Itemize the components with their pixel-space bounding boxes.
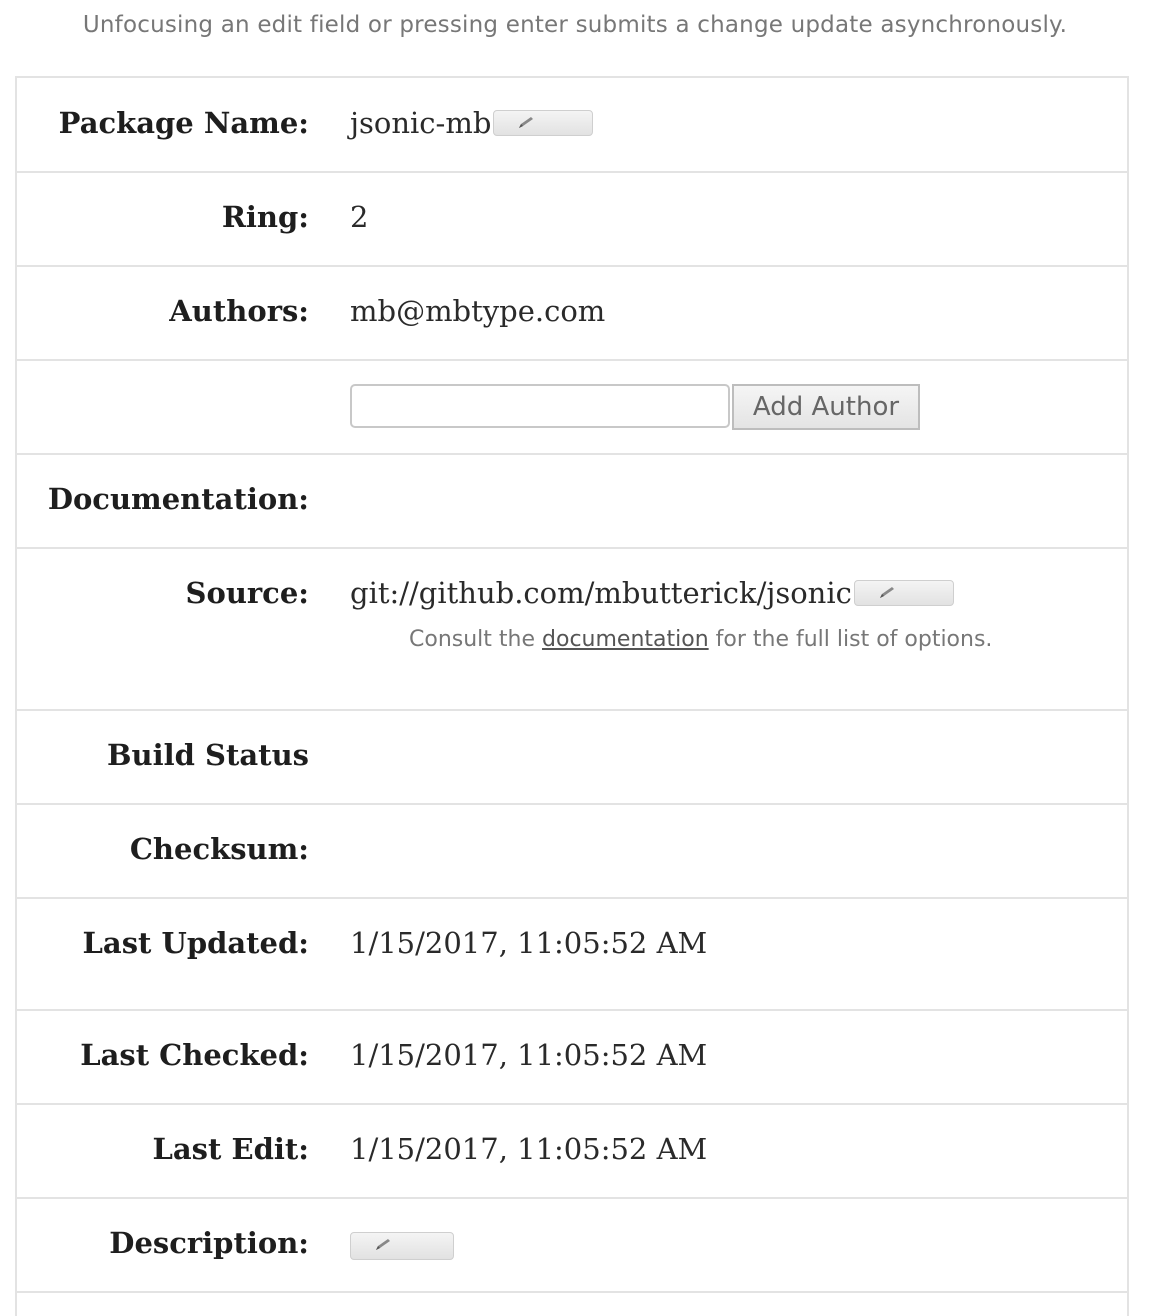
row-source: Source: git://github.com/mbutterick/json…: [17, 549, 1129, 711]
package-details-table: Package Name: jsonic-mb Ring: 2 Authors:…: [15, 76, 1129, 1316]
checksum-label: Checksum:: [129, 832, 309, 866]
source-url-text: git://github.com/mbutterick/jsonic: [350, 576, 852, 610]
description-value: [350, 1229, 454, 1263]
pencil-icon: [879, 587, 894, 598]
author-input[interactable]: [350, 384, 730, 428]
pencil-icon: [519, 117, 534, 128]
last-edit-label: Last Edit:: [152, 1132, 310, 1166]
row-documentation: Documentation:: [17, 455, 1129, 549]
package-name-value: jsonic-mb: [350, 106, 594, 140]
package-name-text: jsonic-mb: [350, 106, 492, 140]
edit-package-name-button[interactable]: [493, 110, 594, 136]
row-add-author: Add Author: [17, 361, 1129, 455]
add-author-button[interactable]: Add Author: [732, 384, 920, 430]
description-label: Description:: [109, 1226, 309, 1260]
last-checked-label: Last Checked:: [80, 1038, 309, 1072]
build-status-label: Build Status: [107, 738, 309, 772]
authors-label: Authors:: [169, 294, 309, 328]
documentation-label: Documentation:: [47, 482, 309, 516]
row-last-checked: Last Checked: 1/15/2017, 11:05:52 AM: [17, 1011, 1129, 1105]
row-last-edit: Last Edit: 1/15/2017, 11:05:52 AM: [17, 1105, 1129, 1199]
source-hint-suffix: for the full list of options.: [715, 627, 993, 652]
package-name-label: Package Name:: [58, 106, 309, 140]
ring-value: 2: [350, 200, 369, 234]
ring-label: Ring:: [221, 200, 309, 234]
row-build-status: Build Status: [17, 711, 1129, 805]
last-edit-value: 1/15/2017, 11:05:52 AM: [350, 1132, 708, 1166]
source-hint-prefix: Consult the: [409, 627, 536, 652]
row-package-name: Package Name: jsonic-mb: [17, 78, 1129, 173]
edit-description-button[interactable]: [350, 1232, 454, 1260]
row-ring: Ring: 2: [17, 173, 1129, 267]
source-value: git://github.com/mbutterick/jsonic: [350, 576, 954, 610]
pencil-icon: [376, 1239, 390, 1250]
row-last-updated: Last Updated: 1/15/2017, 11:05:52 AM: [17, 899, 1129, 1011]
last-updated-value: 1/15/2017, 11:05:52 AM: [350, 926, 708, 960]
source-label: Source:: [185, 576, 309, 610]
last-updated-label: Last Updated:: [82, 926, 309, 960]
edit-source-button[interactable]: [853, 580, 954, 606]
author-email: mb@mbtype.com: [350, 294, 606, 328]
source-hint: Consult the documentation for the full l…: [409, 627, 992, 652]
last-checked-value: 1/15/2017, 11:05:52 AM: [350, 1038, 708, 1072]
row-authors: Authors: mb@mbtype.com: [17, 267, 1129, 361]
documentation-link[interactable]: documentation: [542, 627, 709, 652]
row-description: Description:: [17, 1199, 1129, 1293]
row-checksum: Checksum:: [17, 805, 1129, 899]
async-update-notice: Unfocusing an edit field or pressing ent…: [82, 12, 1068, 38]
